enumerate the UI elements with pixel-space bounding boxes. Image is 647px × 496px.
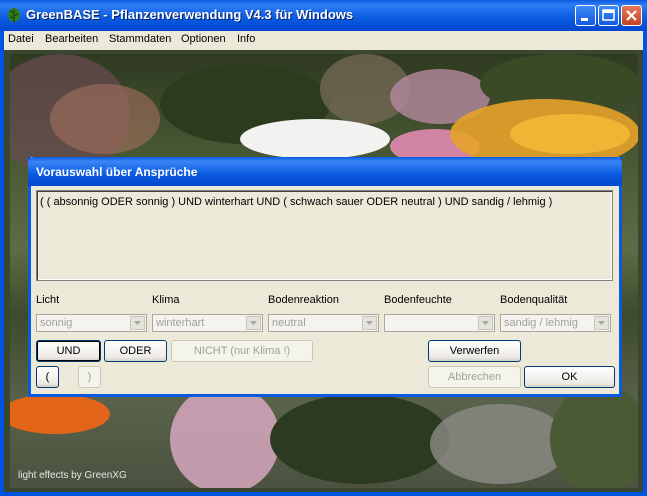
- open-paren-button[interactable]: (: [36, 366, 59, 388]
- menu-bearbeiten[interactable]: Bearbeiten: [45, 33, 98, 45]
- label-licht: Licht: [36, 294, 60, 306]
- menu-info[interactable]: Info: [237, 33, 255, 45]
- dialog-title: Vorauswahl über Ansprüche: [36, 165, 198, 179]
- label-bodenfeuchte: Bodenfeuchte: [384, 294, 452, 306]
- label-bodenreaktion: Bodenreaktion: [268, 294, 339, 306]
- klima-dropdown-button[interactable]: [246, 316, 261, 330]
- klima-value: winterhart: [156, 317, 205, 329]
- menu-bar: Datei Bearbeiten Stammdaten Optionen Inf…: [4, 31, 643, 50]
- app-leaf-icon: [8, 8, 20, 22]
- licht-value: sonnig: [40, 317, 73, 329]
- bodenqualitaet-select[interactable]: sandig / lehmig: [500, 314, 611, 332]
- bodenfeuchte-select[interactable]: [384, 314, 495, 332]
- label-klima: Klima: [152, 294, 180, 306]
- bodenqualitaet-value: sandig / lehmig: [504, 317, 578, 329]
- minimize-button[interactable]: [575, 5, 596, 26]
- dialog-title-bar[interactable]: Vorauswahl über Ansprüche: [28, 157, 622, 186]
- menu-stammdaten[interactable]: Stammdaten: [109, 33, 171, 45]
- image-credit: light effects by GreenXG: [18, 470, 127, 481]
- chevron-down-icon: [134, 321, 141, 325]
- nicht-button[interactable]: NICHT (nur Klima !): [171, 340, 313, 362]
- menu-datei[interactable]: Datei: [8, 33, 34, 45]
- title-bar[interactable]: GreenBASE - Pflanzenverwendung V4.3 für …: [0, 0, 647, 31]
- bodenreaktion-value: neutral: [272, 317, 306, 329]
- maximize-button[interactable]: [598, 5, 619, 26]
- bodenreaktion-select[interactable]: neutral: [268, 314, 379, 332]
- maximize-icon: [602, 9, 615, 21]
- licht-dropdown-button[interactable]: [130, 316, 145, 330]
- oder-button[interactable]: ODER: [104, 340, 167, 362]
- klima-select[interactable]: winterhart: [152, 314, 263, 332]
- chevron-down-icon: [250, 321, 257, 325]
- chevron-down-icon: [598, 321, 605, 325]
- ok-button[interactable]: OK: [524, 366, 615, 388]
- abbrechen-button[interactable]: Abbrechen: [428, 366, 521, 388]
- query-expression-box[interactable]: ( ( absonnig ODER sonnig ) UND winterhar…: [36, 190, 613, 281]
- close-button[interactable]: [621, 5, 642, 26]
- close-paren-button[interactable]: ): [78, 366, 101, 388]
- preselection-dialog: Vorauswahl über Ansprüche ( ( absonnig O…: [28, 157, 622, 397]
- close-icon: [626, 10, 637, 21]
- und-button[interactable]: UND: [36, 340, 101, 362]
- menu-optionen[interactable]: Optionen: [181, 33, 226, 45]
- minimize-icon: [581, 18, 588, 21]
- label-bodenqualitaet: Bodenqualität: [500, 294, 568, 306]
- verwerfen-button[interactable]: Verwerfen: [428, 340, 521, 362]
- query-expression-text: ( ( absonnig ODER sonnig ) UND winterhar…: [40, 196, 553, 208]
- bodenqualitaet-dropdown-button[interactable]: [594, 316, 609, 330]
- chevron-down-icon: [482, 321, 489, 325]
- bodenfeuchte-dropdown-button[interactable]: [478, 316, 493, 330]
- chevron-down-icon: [366, 321, 373, 325]
- window-title: GreenBASE - Pflanzenverwendung V4.3 für …: [26, 7, 354, 22]
- licht-select[interactable]: sonnig: [36, 314, 147, 332]
- bodenreaktion-dropdown-button[interactable]: [362, 316, 377, 330]
